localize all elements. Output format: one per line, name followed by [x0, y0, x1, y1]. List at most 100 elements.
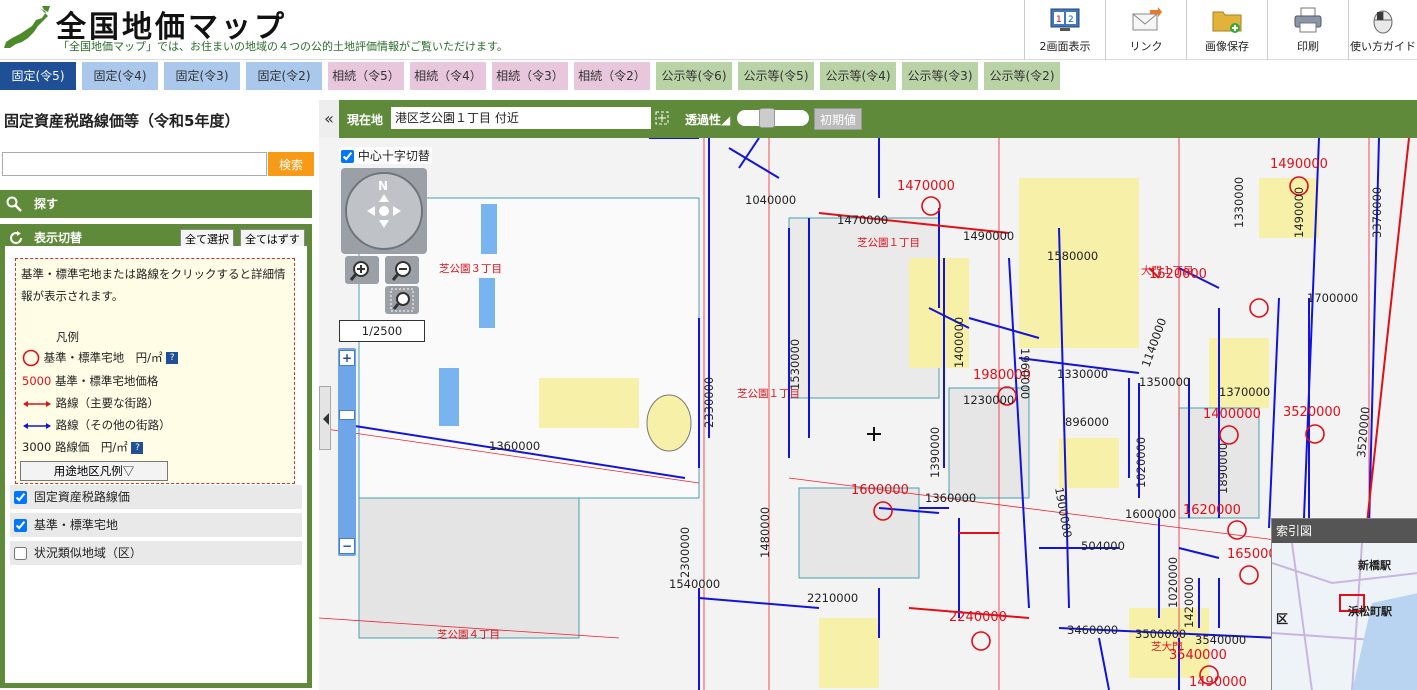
tab-public-r2[interactable]: 公示等(令2)	[984, 62, 1060, 90]
road-price-label[interactable]: 1420000	[1182, 577, 1196, 628]
tab-public-r6[interactable]: 公示等(令6)	[656, 62, 732, 90]
center-cross-checkbox[interactable]	[341, 150, 354, 163]
opacity-slider-knob[interactable]	[759, 108, 775, 128]
link-button[interactable]: リンク	[1105, 0, 1186, 60]
road-price-label[interactable]: 1600000	[1125, 507, 1176, 521]
road-price-label[interactable]: 1230000	[963, 393, 1014, 407]
tab-inherit-r5[interactable]: 相続（令5）	[328, 62, 404, 90]
left-edge-handle[interactable]	[319, 386, 331, 450]
legend-site-price-sample: 5000	[22, 374, 52, 388]
help-icon[interactable]: ?	[131, 441, 144, 454]
road-price-label[interactable]: 3540000	[1195, 633, 1246, 647]
tab-inherit-r4[interactable]: 相続（令4）	[410, 62, 486, 90]
layer-checkbox-similar-area[interactable]	[14, 547, 27, 560]
zoom-in-button[interactable]	[345, 256, 379, 284]
road-price-label[interactable]: 1330000	[1232, 177, 1246, 228]
road-price-label[interactable]: 1470000	[837, 213, 888, 227]
tab-public-r3[interactable]: 公示等(令3)	[902, 62, 978, 90]
legend-site-row: 基準・標準宅地 円/㎡ ?	[22, 349, 179, 367]
printer-icon	[1294, 7, 1322, 33]
road-price-label[interactable]: 504000	[1081, 539, 1125, 553]
road-price-label[interactable]: 1020000	[1134, 437, 1148, 488]
site-price-label[interactable]: 1490000	[1270, 157, 1328, 172]
search-input[interactable]	[2, 152, 267, 176]
road-price-label[interactable]: 1370000	[1219, 385, 1270, 399]
layer-row-road-price[interactable]: 固定資産税路線価	[10, 485, 302, 509]
tab-fixed-r4[interactable]: 固定(令4)	[82, 62, 158, 90]
road-price-label[interactable]: 2210000	[807, 591, 858, 605]
tab-fixed-r2[interactable]: 固定(令2)	[246, 62, 322, 90]
compass-north-label: N	[378, 179, 388, 193]
layer-checkbox-road-price[interactable]	[14, 491, 27, 504]
layer-row-standard-site[interactable]: 基準・標準宅地	[10, 513, 302, 537]
road-price-label[interactable]: 1480000	[758, 507, 772, 558]
site-price-label[interactable]: 1400000	[1203, 407, 1261, 422]
road-price-label[interactable]: 1040000	[745, 193, 796, 207]
reset-opacity-button[interactable]: 初期値	[814, 108, 862, 130]
index-map-drawing[interactable]: 新橋駅 浜松町駅 区	[1272, 543, 1417, 690]
road-price-label[interactable]: 1490000	[963, 229, 1014, 243]
help-icon[interactable]: ?	[166, 352, 179, 364]
zoom-box-button[interactable]	[385, 286, 419, 314]
road-price-label[interactable]: 1360000	[925, 491, 976, 505]
site-price-label[interactable]: 2240000	[949, 610, 1007, 625]
tab-public-r4[interactable]: 公示等(令4)	[820, 62, 896, 90]
road-price-label[interactable]: 896000	[1065, 415, 1109, 429]
road-price-label[interactable]: 1890000	[1216, 443, 1230, 494]
dual-screen-icon: 12	[1050, 8, 1080, 31]
zoom-in-icon	[349, 261, 369, 281]
tab-inherit-r3[interactable]: 相続（令3）	[492, 62, 568, 90]
road-price-label[interactable]: 1490000	[1292, 187, 1306, 238]
zoom-out-button[interactable]	[385, 256, 419, 284]
site-price-label[interactable]: 1600000	[851, 483, 909, 498]
road-price-label[interactable]: 1330000	[1057, 367, 1108, 381]
zoom-slider[interactable]: + −	[338, 348, 356, 556]
road-price-label[interactable]: 1350000	[1139, 375, 1190, 389]
layer-checkbox-standard-site[interactable]	[14, 519, 27, 532]
opacity-slider[interactable]	[737, 108, 809, 128]
road-price-label[interactable]: 3370000	[1370, 187, 1384, 238]
site-price-label[interactable]: 1470000	[897, 179, 955, 194]
zoom-slider-thumb[interactable]	[339, 410, 355, 420]
road-price-label[interactable]: 2330000	[702, 377, 716, 428]
site-price-label[interactable]: 3520000	[1283, 405, 1341, 420]
zoom-plus-button[interactable]: +	[339, 350, 355, 366]
road-price-label[interactable]: 3460000	[1067, 623, 1118, 637]
road-price-label[interactable]: 1390000	[928, 427, 942, 478]
pan-navigator[interactable]: N	[341, 168, 427, 254]
index-map[interactable]: 索引図 新橋駅 浜松町駅 区	[1271, 518, 1417, 690]
layer-row-similar-area[interactable]: 状況類似地域（区）	[10, 541, 302, 565]
road-price-label[interactable]: 1700000	[1307, 291, 1358, 305]
tab-fixed-r3[interactable]: 固定(令3)	[164, 62, 240, 90]
road-price-label[interactable]: 1360000	[489, 439, 540, 453]
road-price-label[interactable]: 2300000	[678, 527, 692, 578]
road-price-label[interactable]: 1020000	[1166, 557, 1180, 608]
collapse-panel-button[interactable]: «	[319, 100, 339, 138]
save-image-button[interactable]: 画像保存	[1186, 0, 1267, 60]
site-price-label[interactable]: 1490000	[1189, 675, 1247, 690]
tab-public-r5[interactable]: 公示等(令5)	[738, 62, 814, 90]
site-price-label[interactable]: 1620000	[1183, 503, 1241, 518]
search-button[interactable]: 検索	[268, 152, 314, 176]
road-price-label[interactable]: 3500000	[1135, 627, 1186, 641]
road-price-label[interactable]: 1540000	[669, 577, 720, 591]
legend-site-price-label: 基準・標準宅地価格	[54, 374, 159, 388]
dual-screen-button[interactable]: 12 2画面表示	[1024, 0, 1105, 60]
road-price-label[interactable]: 1400000	[952, 317, 966, 368]
zone-legend-button[interactable]: 用途地区凡例▽	[20, 461, 168, 481]
tab-inherit-r2[interactable]: 相続（令2）	[574, 62, 650, 90]
zoom-minus-button[interactable]: −	[339, 538, 355, 554]
usage-guide-button[interactable]: 使い方ガイド	[1348, 0, 1417, 60]
compass-icon[interactable]: N	[341, 168, 427, 254]
tab-fixed-r5[interactable]: 固定(令5)	[0, 62, 76, 90]
center-cross-toggle[interactable]: 中心十字切替	[339, 147, 432, 164]
road-price-label[interactable]: 1580000	[1047, 249, 1098, 263]
find-section-bar[interactable]: 探す	[0, 190, 312, 218]
crosshair-icon[interactable]	[655, 111, 669, 125]
map-canvas[interactable]: 1470000 1490000 1620000 1980000 1400000 …	[319, 138, 1417, 690]
road-price-label[interactable]: 1530000	[788, 339, 802, 390]
japan-map-logo	[4, 6, 50, 48]
map-drawing[interactable]: 1470000 1490000 1620000 1980000 1400000 …	[319, 138, 1417, 690]
print-button[interactable]: 印刷	[1267, 0, 1348, 60]
road-price-label[interactable]: 1960000	[1018, 348, 1032, 399]
